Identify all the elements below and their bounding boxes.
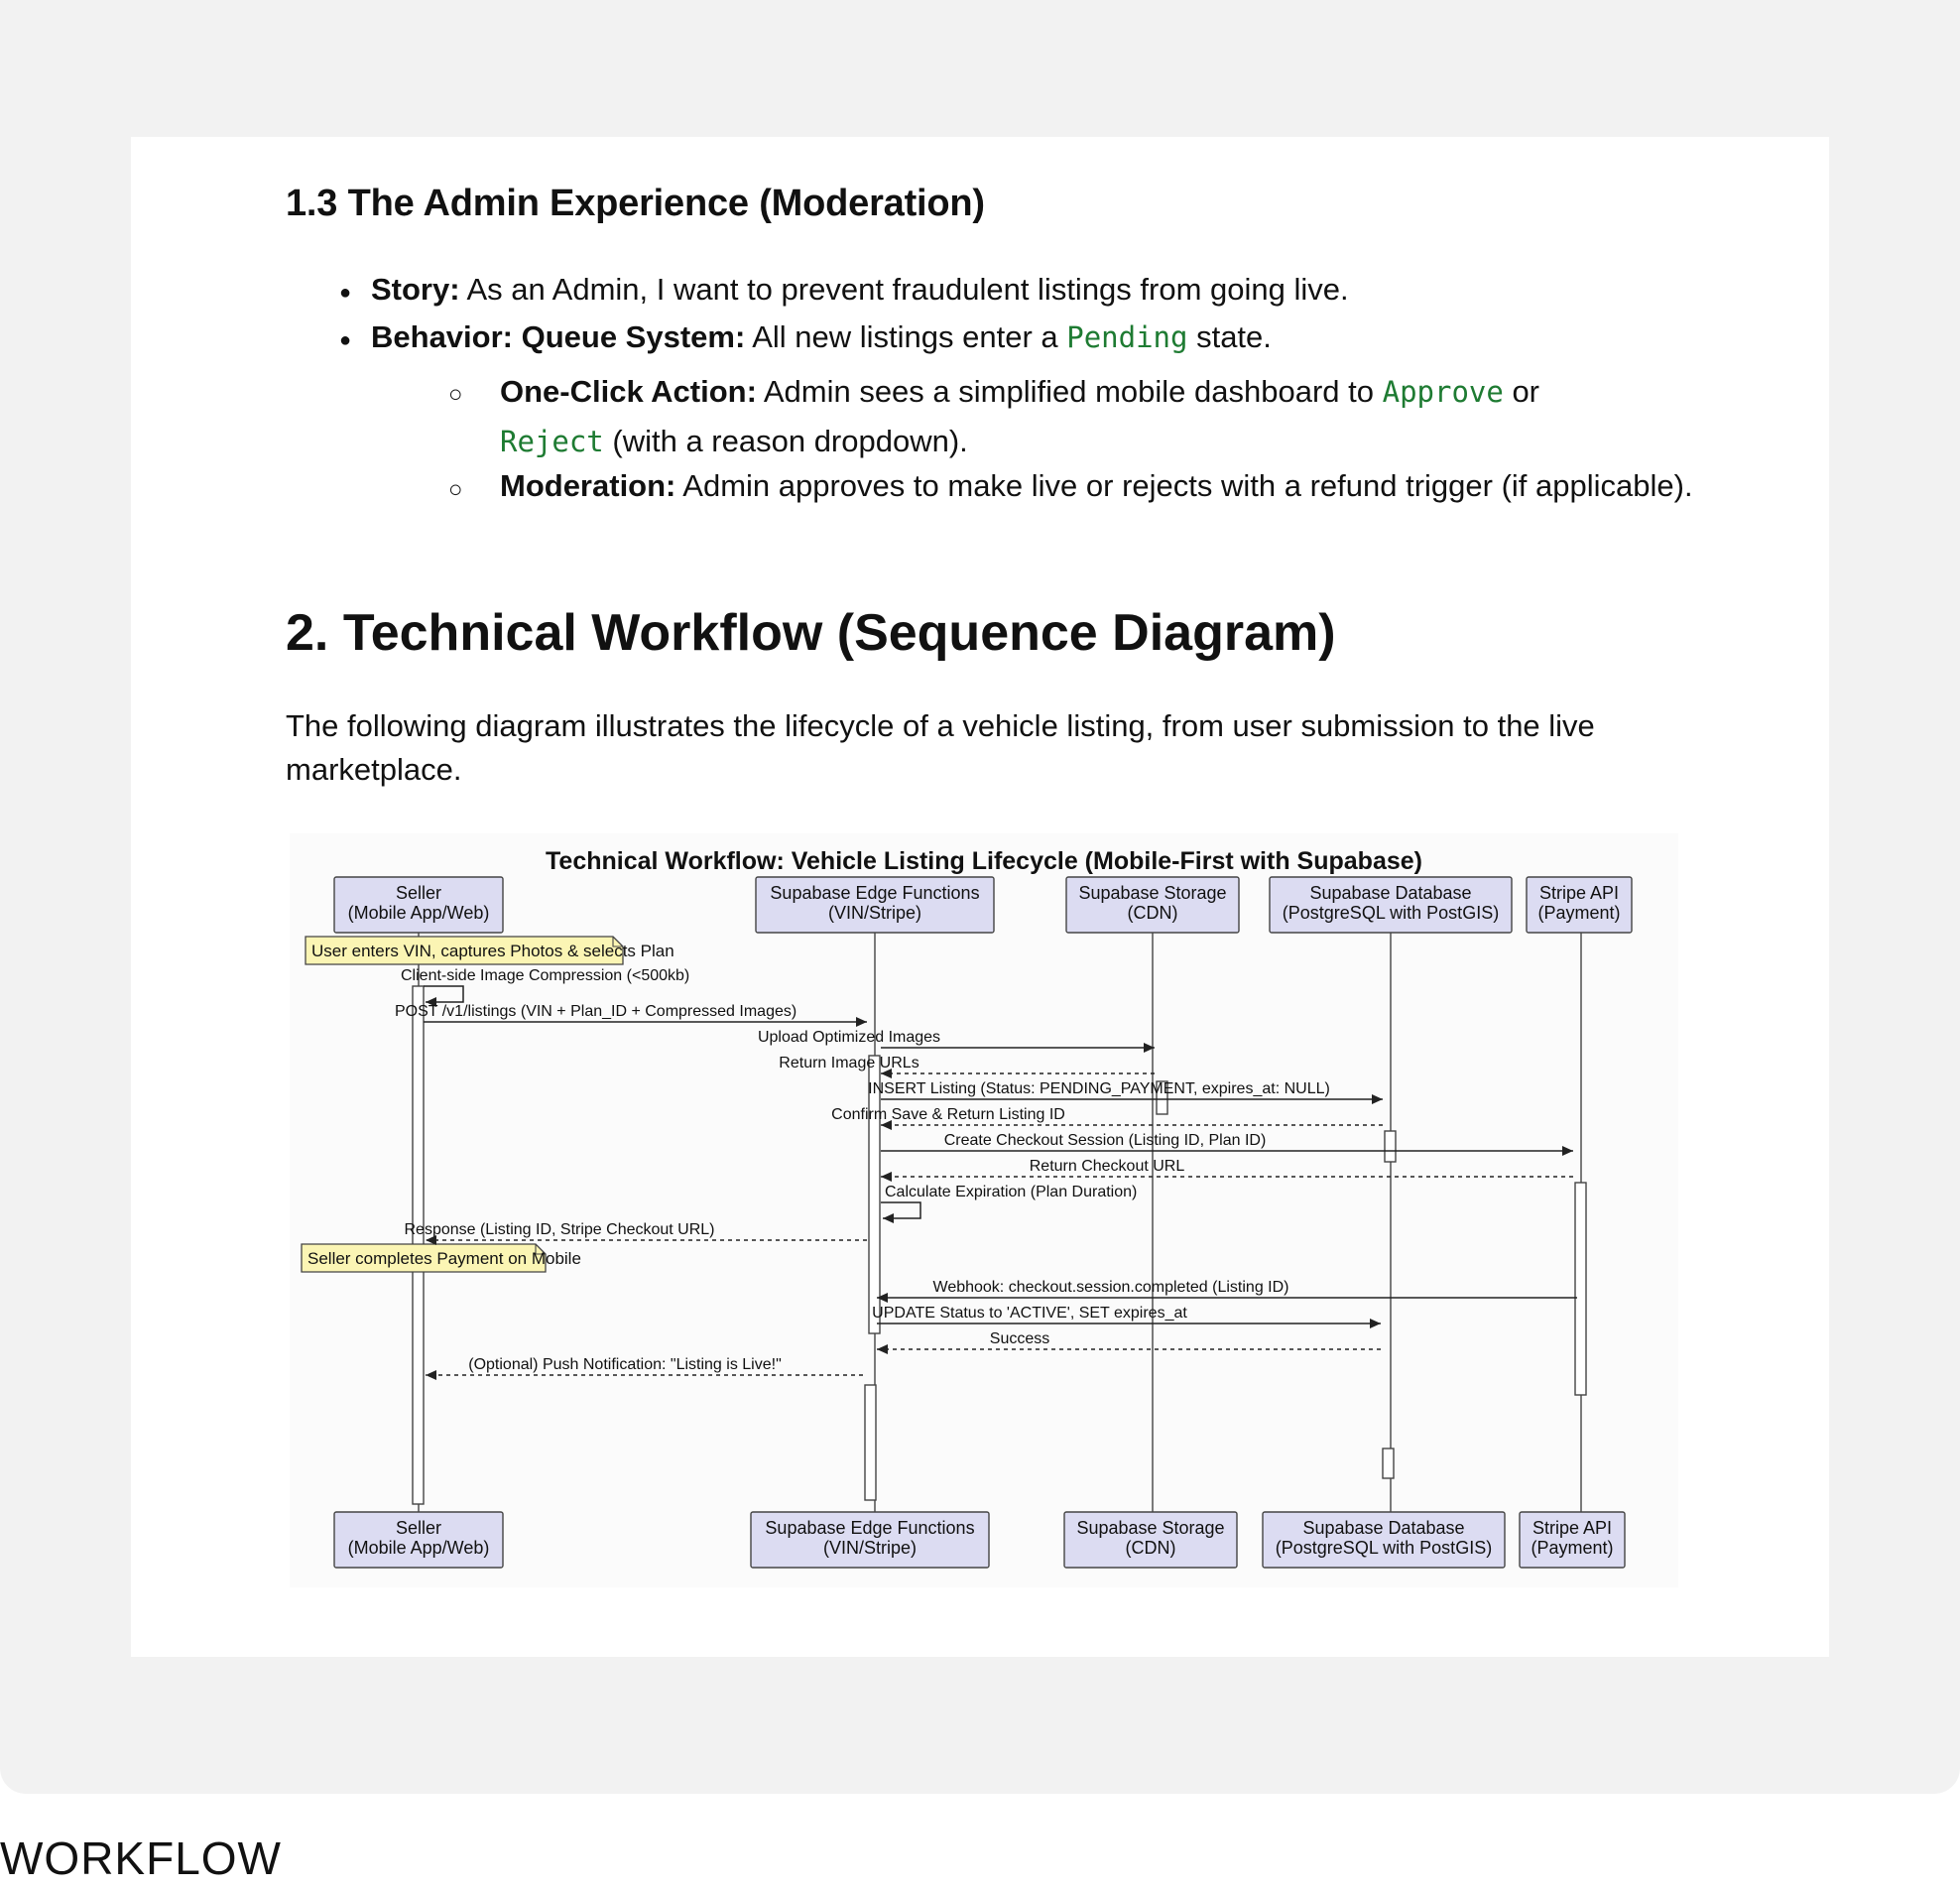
behavior-label: Behavior: Queue System: — [371, 319, 746, 354]
moderation-subbullet: Moderation: Admin approves to make live … — [500, 464, 1750, 508]
message-insert-listing: INSERT Listing (Status: PENDING_PAYMENT,… — [868, 1080, 1330, 1097]
message-response: Response (Listing ID, Stripe Checkout UR… — [404, 1221, 714, 1238]
activation-bar-database — [1384, 1130, 1397, 1163]
participant-stripe-bottom-role: (Payment) — [1531, 1538, 1613, 1558]
participant-storage-role: (CDN) — [1128, 903, 1178, 923]
hollow-bullet-icon: ○ — [448, 476, 463, 503]
participant-edge-functions-role: (VIN/Stripe) — [828, 903, 921, 923]
participant-edge-functions-bottom-name: Supabase Edge Functions — [765, 1518, 974, 1538]
participant-database-bottom-name: Supabase Database — [1302, 1518, 1464, 1538]
participant-seller-name: Seller — [396, 883, 441, 903]
participant-storage-bottom-name: Supabase Storage — [1076, 1518, 1224, 1538]
participant-database-role: (PostgreSQL with PostGIS) — [1283, 903, 1499, 923]
sequence-diagram-svg: Technical Workflow: Vehicle Listing Life… — [290, 833, 1678, 1587]
story-bullet: Story: As an Admin, I want to prevent fr… — [371, 270, 1349, 310]
bullet-icon: ● — [339, 329, 352, 351]
message-update-status: UPDATE Status to 'ACTIVE', SET expires_a… — [872, 1305, 1187, 1322]
message-return-checkout-url: Return Checkout URL — [1030, 1158, 1185, 1175]
behavior-text: All new listings enter a — [745, 319, 1067, 354]
section-heading-1-3: 1.3 The Admin Experience (Moderation) — [286, 183, 985, 224]
participant-database-name: Supabase Database — [1309, 883, 1471, 903]
screenshot-frame: 1.3 The Admin Experience (Moderation) ● … — [0, 0, 1960, 1794]
participant-database-bottom-role: (PostgreSQL with PostGIS) — [1276, 1538, 1492, 1558]
one-click-or: or — [1503, 374, 1540, 409]
story-text: As an Admin, I want to prevent fraudulen… — [459, 272, 1349, 307]
message-calculate-expiration: Calculate Expiration (Plan Duration) — [885, 1184, 1137, 1200]
moderation-label: Moderation: — [500, 468, 676, 503]
one-click-text: Admin sees a simplified mobile dashboard… — [756, 374, 1383, 409]
message-upload-images: Upload Optimized Images — [758, 1029, 940, 1046]
participant-stripe-role: (Payment) — [1537, 903, 1620, 923]
one-click-text-end: (with a reason dropdown). — [603, 424, 968, 458]
pending-code: Pending — [1066, 320, 1188, 354]
message-success: Success — [990, 1330, 1049, 1347]
participant-edge-functions-name: Supabase Edge Functions — [770, 883, 979, 903]
note-user-enters-vin-text: User enters VIN, captures Photos & selec… — [311, 942, 674, 960]
bullet-icon: ● — [339, 282, 352, 304]
behavior-text-end: state. — [1187, 319, 1272, 354]
message-post-listings: POST /v1/listings (VIN + Plan_ID + Compr… — [395, 1003, 796, 1020]
participant-edge-functions-bottom-role: (VIN/Stripe) — [823, 1538, 917, 1558]
story-label: Story: — [371, 272, 460, 307]
participant-stripe-name: Stripe API — [1539, 883, 1619, 903]
participant-storage-name: Supabase Storage — [1078, 883, 1226, 903]
behavior-bullet: Behavior: Queue System: All new listings… — [371, 317, 1272, 357]
activation-bar-stripe — [1574, 1182, 1587, 1396]
message-confirm-save: Confirm Save & Return Listing ID — [831, 1106, 1065, 1123]
activation-bar-edge-functions-2 — [864, 1384, 877, 1501]
message-webhook: Webhook: checkout.session.completed (Lis… — [933, 1279, 1289, 1296]
activation-bar-edge-functions — [868, 1055, 881, 1334]
message-create-checkout: Create Checkout Session (Listing ID, Pla… — [944, 1132, 1267, 1149]
document-page: 1.3 The Admin Experience (Moderation) ● … — [131, 137, 1829, 1657]
participant-seller-bottom-name: Seller — [396, 1518, 441, 1538]
reject-code: Reject — [500, 425, 604, 458]
approve-code: Approve — [1382, 375, 1504, 409]
note-seller-completes-payment-text: Seller completes Payment on Mobile — [307, 1249, 581, 1268]
message-push-notification: (Optional) Push Notification: "Listing i… — [468, 1356, 782, 1373]
participant-seller-bottom-role: (Mobile App/Web) — [348, 1538, 490, 1558]
message-return-urls: Return Image URLs — [779, 1055, 919, 1072]
activation-bar-database-2 — [1382, 1448, 1395, 1479]
sequence-diagram: Technical Workflow: Vehicle Listing Life… — [290, 833, 1678, 1587]
participant-storage-bottom-role: (CDN) — [1126, 1538, 1176, 1558]
one-click-subbullet: One-Click Action: Admin sees a simplifie… — [500, 367, 1770, 466]
participant-stripe-bottom-name: Stripe API — [1532, 1518, 1612, 1538]
participant-seller-role: (Mobile App/Web) — [348, 903, 490, 923]
moderation-text: Admin approves to make live or rejects w… — [675, 468, 1693, 503]
diagram-title: Technical Workflow: Vehicle Listing Life… — [546, 847, 1422, 875]
hollow-bullet-icon: ○ — [448, 381, 463, 408]
workflow-caption: WORKFLOW — [0, 1832, 282, 1884]
section-heading-2: 2. Technical Workflow (Sequence Diagram) — [286, 604, 1336, 662]
intro-paragraph: The following diagram illustrates the li… — [286, 708, 1595, 787]
message-image-compression: Client-side Image Compression (<500kb) — [401, 967, 689, 984]
one-click-label: One-Click Action: — [500, 374, 757, 409]
